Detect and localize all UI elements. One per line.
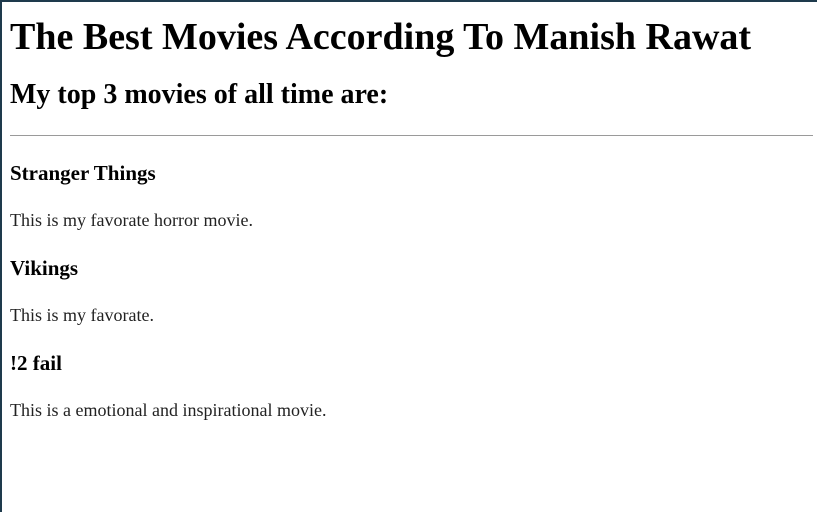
page-subtitle: My top 3 movies of all time are: <box>10 79 389 110</box>
page-title: The Best Movies According To Manish Rawa… <box>10 16 752 58</box>
movie-title-vikings: Vikings <box>10 256 79 280</box>
movie-title-2-fail: !2 fail <box>10 351 62 375</box>
movie-title-stranger-things: Stranger Things <box>10 161 156 185</box>
movie-description-vikings: This is my favorate. <box>10 305 154 325</box>
page-frame: The Best Movies According To Manish Rawa… <box>0 0 817 512</box>
movie-description-stranger-things: This is my favorate horror movie. <box>10 210 253 230</box>
divider <box>10 135 813 136</box>
movie-description-2-fail: This is a emotional and inspirational mo… <box>10 400 327 420</box>
movie-list: Stranger Things This is my favorate horr… <box>10 161 817 421</box>
